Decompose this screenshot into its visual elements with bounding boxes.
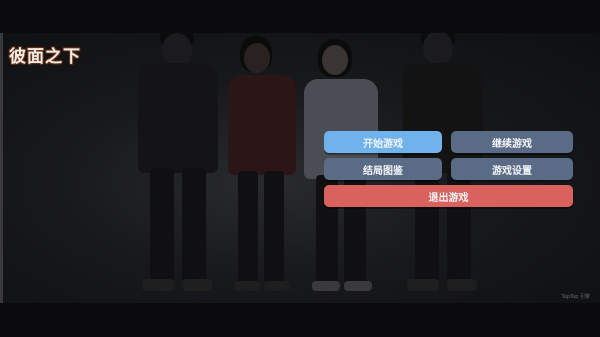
start-game-button[interactable]: 开始游戏 (324, 131, 442, 153)
endings-gallery-button[interactable]: 结局图鉴 (324, 158, 442, 180)
game-settings-button[interactable]: 游戏设置 (451, 158, 573, 180)
continue-game-button[interactable]: 继续游戏 (451, 131, 573, 153)
character-figure-2 (222, 33, 302, 303)
scene-border (0, 33, 3, 303)
game-main-menu: 彼面之下 开始游戏 继续游戏 结局图鉴 游戏设置 退出游戏 TapTap 引擎 (0, 0, 600, 337)
character-figure-1 (130, 33, 230, 303)
game-title: 彼面之下 (9, 47, 81, 67)
engine-watermark: TapTap 引擎 (561, 294, 590, 300)
exit-game-button[interactable]: 退出游戏 (324, 185, 573, 207)
